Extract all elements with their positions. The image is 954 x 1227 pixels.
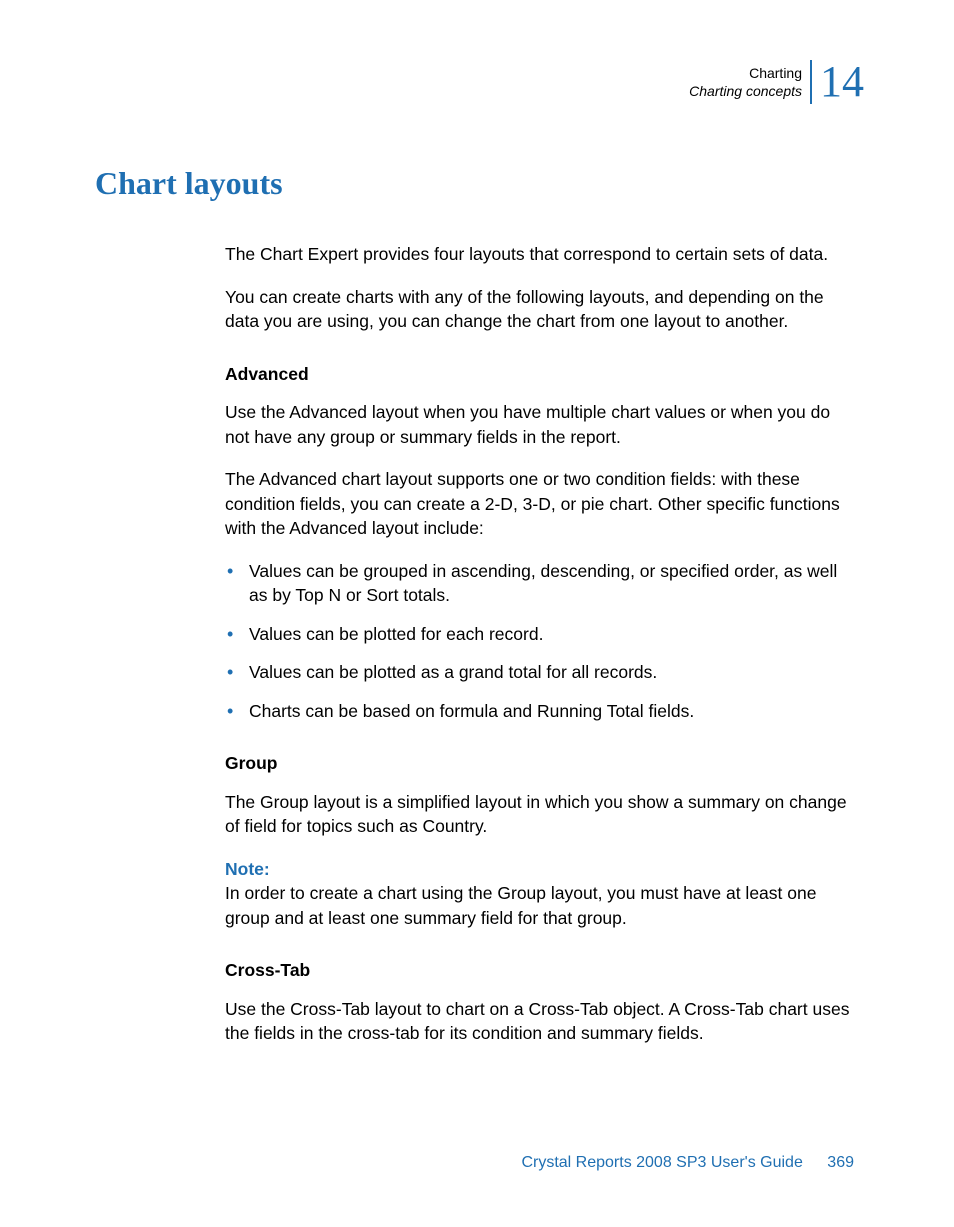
group-heading: Group [225, 751, 854, 776]
intro-paragraph-2: You can create charts with any of the fo… [225, 285, 854, 334]
footer-guide-name: Crystal Reports 2008 SP3 User's Guide [521, 1154, 802, 1171]
list-item: Values can be grouped in ascending, desc… [225, 559, 854, 608]
crosstab-heading: Cross-Tab [225, 958, 854, 983]
advanced-paragraph-2: The Advanced chart layout supports one o… [225, 467, 854, 541]
note-label: Note: [225, 857, 854, 882]
list-item: Charts can be based on formula and Runni… [225, 699, 854, 724]
advanced-heading: Advanced [225, 362, 854, 387]
intro-paragraph-1: The Chart Expert provides four layouts t… [225, 242, 854, 267]
header-chapter-name: Charting [749, 64, 802, 82]
page-title: Chart layouts [95, 165, 854, 202]
crosstab-paragraph-1: Use the Cross-Tab layout to chart on a C… [225, 997, 854, 1046]
body-text: The Chart Expert provides four layouts t… [225, 242, 854, 1046]
group-paragraph-1: The Group layout is a simplified layout … [225, 790, 854, 839]
header-divider [810, 60, 812, 104]
advanced-paragraph-1: Use the Advanced layout when you have mu… [225, 400, 854, 449]
list-item: Values can be plotted as a grand total f… [225, 660, 854, 685]
content-region: Chart layouts The Chart Expert provides … [95, 165, 854, 1064]
list-item: Values can be plotted for each record. [225, 622, 854, 647]
page-header: Charting Charting concepts 14 [689, 60, 864, 104]
chapter-number: 14 [820, 60, 864, 104]
page-footer: Crystal Reports 2008 SP3 User's Guide 36… [521, 1154, 854, 1172]
advanced-bullet-list: Values can be grouped in ascending, desc… [225, 559, 854, 724]
header-text-block: Charting Charting concepts [689, 64, 802, 100]
header-section-name: Charting concepts [689, 82, 802, 100]
footer-page-number: 369 [827, 1154, 854, 1171]
note-body: In order to create a chart using the Gro… [225, 881, 854, 930]
